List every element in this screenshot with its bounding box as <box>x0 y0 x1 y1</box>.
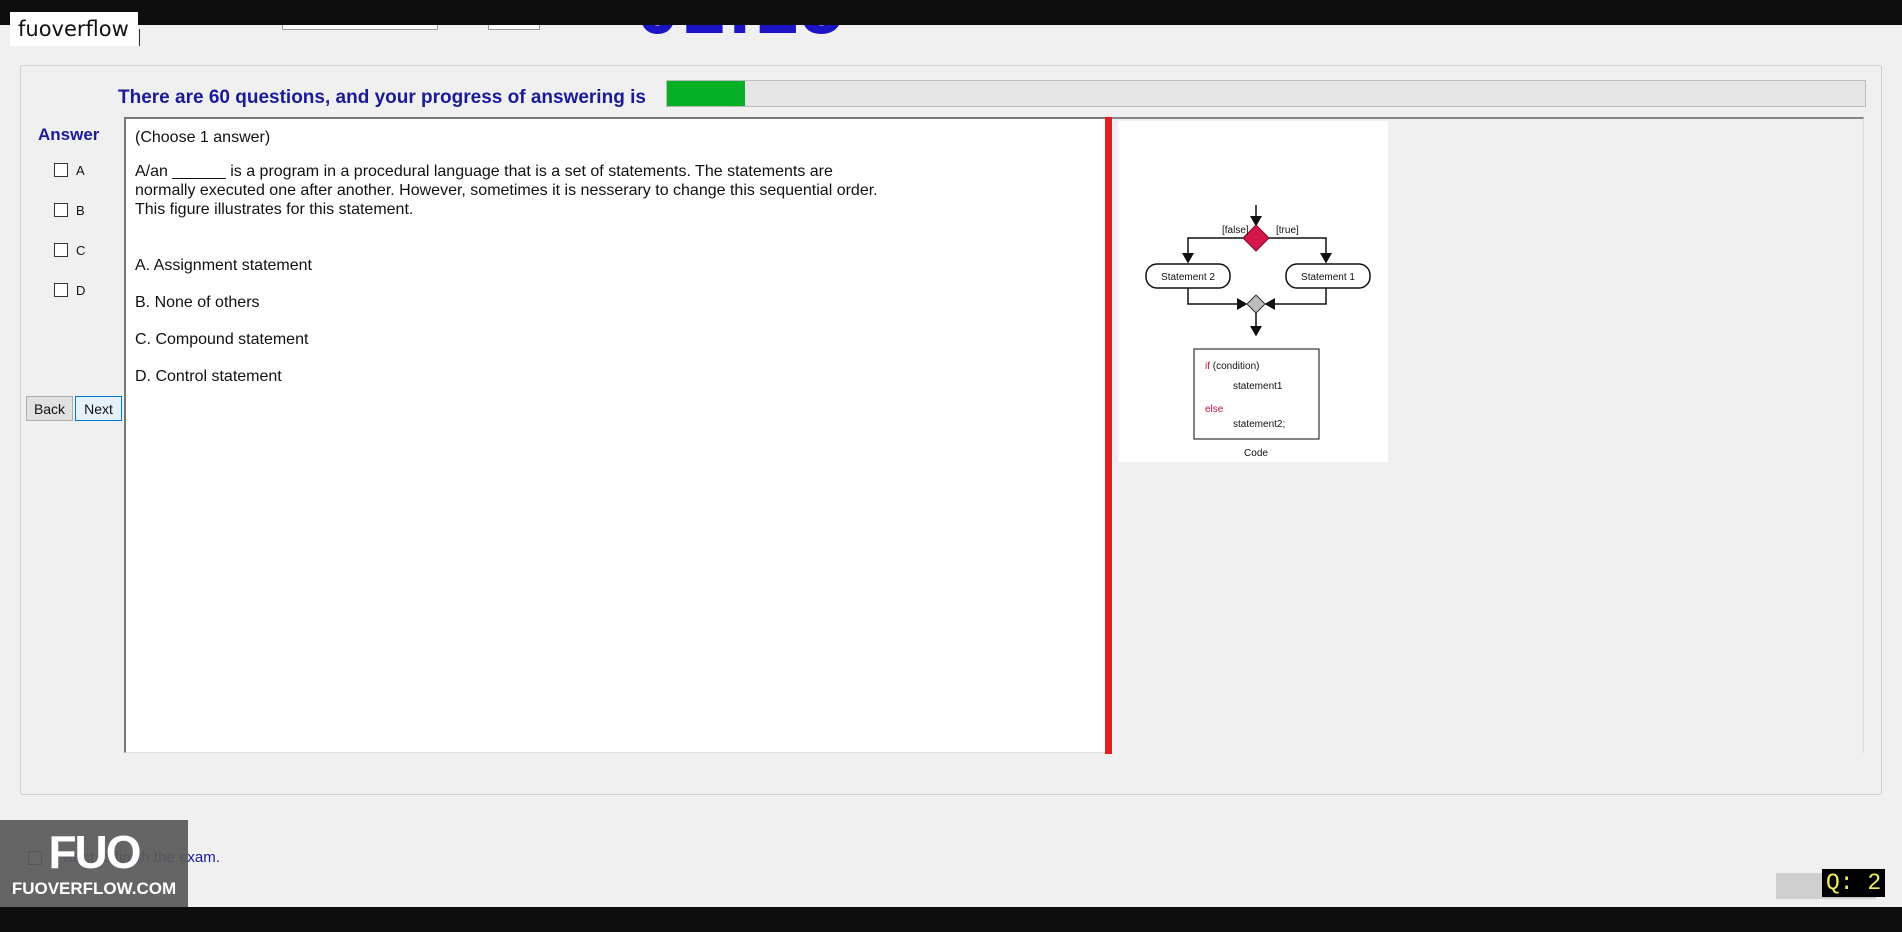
choice-b: B. None of others <box>135 294 260 311</box>
answer-option-c[interactable]: C <box>54 241 85 259</box>
checkbox[interactable] <box>54 283 68 297</box>
flow-arrow <box>1264 288 1327 310</box>
top-letterbox <box>0 0 1902 25</box>
question-text-line: A/an ______ is a program in a procedural… <box>135 163 833 180</box>
answer-option-a[interactable]: A <box>54 161 85 179</box>
statement-2-label: Statement 2 <box>1161 272 1215 283</box>
question-text-line: This figure illustrates for this stateme… <box>135 201 414 218</box>
logo-text: FUOVERFLOW.COM <box>11 878 177 898</box>
choice-d: D. Control statement <box>135 368 282 385</box>
question-panel: (Choose 1 answer) A/an ______ is a progr… <box>124 117 1106 753</box>
answer-option-label: A <box>76 162 85 178</box>
question-indicator: Q: 2 <box>1822 869 1886 897</box>
true-label: [true] <box>1276 225 1299 236</box>
progress-label: There are 60 questions, and your progres… <box>118 87 646 108</box>
text-caret <box>139 29 140 46</box>
statement-1-label: Statement 1 <box>1301 272 1355 283</box>
progress-bar <box>666 80 1866 107</box>
progress-bar-fill <box>667 81 745 106</box>
flow-arrow <box>1182 237 1243 264</box>
code-if-line: if (condition) <box>1205 361 1259 372</box>
code-else: else <box>1205 404 1224 415</box>
back-button[interactable]: Back <box>26 396 73 421</box>
panel-divider[interactable] <box>1105 117 1112 754</box>
activity-diagram: [false] [true] Statement 2 Statement 1 i… <box>1145 205 1371 459</box>
exam-window: 01:15 FUOFUOVERFLOW.COM FUOFUOVERFLOW.CO… <box>0 25 1902 907</box>
answer-option-label: C <box>76 242 86 258</box>
checkbox[interactable] <box>54 203 68 217</box>
answer-title: Answer <box>38 125 100 144</box>
flow-arrow <box>1187 288 1248 310</box>
bottom-letterbox <box>0 907 1902 932</box>
question-text-line: normally executed one after another. How… <box>135 182 878 199</box>
code-statement2: statement2; <box>1233 419 1285 430</box>
checkbox[interactable] <box>54 163 68 177</box>
answer-option-d[interactable]: D <box>54 281 85 299</box>
code-statement1: statement1 <box>1233 381 1283 392</box>
question-figure: [false] [true] Statement 2 Statement 1 i… <box>1118 121 1388 462</box>
answer-option-b[interactable]: B <box>54 201 85 219</box>
countdown-timer: 01:15 <box>636 25 846 45</box>
top-small-field[interactable] <box>488 25 540 30</box>
code-caption: Code <box>1244 448 1268 459</box>
brand-tab[interactable]: fuoverflow <box>10 12 138 46</box>
fuoverflow-logo: FUO FUOVERFLOW.COM <box>0 820 188 907</box>
answer-option-label: B <box>76 202 85 218</box>
checkbox[interactable] <box>54 243 68 257</box>
next-button[interactable]: Next <box>75 396 122 421</box>
flow-arrow <box>1269 237 1332 264</box>
answer-option-label: D <box>76 282 86 298</box>
merge-diamond <box>1246 294 1266 314</box>
choice-c: C. Compound statement <box>135 331 309 348</box>
choice-a: A. Assignment statement <box>135 257 312 274</box>
logo-mark: FUO <box>48 825 141 878</box>
false-label: [false] <box>1222 225 1249 236</box>
question-instruction: (Choose 1 answer) <box>135 129 271 146</box>
top-combobox[interactable] <box>282 25 438 30</box>
